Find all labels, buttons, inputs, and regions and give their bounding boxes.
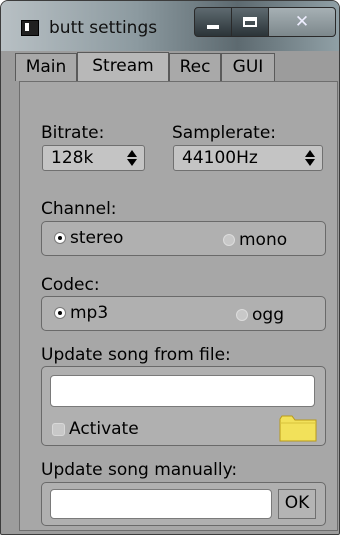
- song-manual-group: OK: [41, 482, 326, 526]
- close-icon: ✕: [294, 12, 310, 32]
- codec-ogg-radio[interactable]: ogg: [236, 305, 284, 325]
- tab-main[interactable]: Main: [15, 53, 77, 81]
- codec-mp3-label: mp3: [70, 303, 109, 323]
- song-file-group: Activate: [41, 366, 326, 446]
- radio-selected-icon: [54, 232, 66, 244]
- channel-mono-radio[interactable]: mono: [223, 230, 287, 250]
- tab-stream[interactable]: Stream: [77, 52, 169, 82]
- update-song-manual-label: Update song manually:: [41, 460, 238, 480]
- song-file-path-input[interactable]: [50, 375, 315, 407]
- activate-checkbox[interactable]: Activate: [52, 419, 139, 439]
- ok-button[interactable]: OK: [278, 489, 316, 519]
- title-bar[interactable]: butt settings ✕: [1, 1, 339, 51]
- minimize-button[interactable]: [194, 7, 232, 37]
- bitrate-select[interactable]: 128k: [42, 145, 145, 171]
- radio-unselected-icon: [236, 309, 248, 321]
- butt-app-icon: [21, 20, 39, 36]
- channel-stereo-label: stereo: [70, 228, 124, 248]
- codec-mp3-radio[interactable]: mp3: [54, 303, 108, 323]
- maximize-icon: [243, 17, 257, 27]
- close-button[interactable]: ✕: [268, 7, 336, 37]
- codec-group: mp3 ogg: [41, 296, 326, 331]
- bitrate-label: Bitrate:: [41, 123, 105, 143]
- stream-settings-panel: Bitrate: 128k Samplerate: 44100Hz Channe…: [19, 81, 338, 531]
- channel-group: stereo mono: [41, 221, 326, 256]
- song-manual-input[interactable]: [50, 489, 272, 519]
- radio-unselected-icon: [223, 234, 235, 246]
- codec-label: Codec:: [41, 275, 100, 295]
- checkbox-icon: [52, 422, 65, 436]
- tab-gui[interactable]: GUI: [221, 53, 275, 81]
- select-arrows-icon: [304, 149, 316, 167]
- minimize-icon: [207, 25, 219, 29]
- samplerate-value: 44100Hz: [182, 148, 258, 168]
- folder-icon: [279, 415, 317, 442]
- channel-mono-label: mono: [239, 230, 288, 250]
- settings-window: butt settings ✕ Main Stream Rec GUI Bitr…: [0, 0, 340, 535]
- activate-label: Activate: [69, 419, 139, 439]
- tab-rec[interactable]: Rec: [169, 53, 221, 81]
- samplerate-select[interactable]: 44100Hz: [173, 145, 323, 171]
- codec-ogg-label: ogg: [252, 305, 284, 325]
- radio-selected-icon: [54, 307, 66, 319]
- maximize-button[interactable]: [231, 7, 269, 37]
- channel-stereo-radio[interactable]: stereo: [54, 228, 123, 248]
- update-song-file-label: Update song from file:: [41, 345, 231, 365]
- select-arrows-icon: [126, 149, 138, 167]
- samplerate-label: Samplerate:: [172, 123, 277, 143]
- bitrate-value: 128k: [51, 148, 94, 168]
- window-title: butt settings: [49, 18, 158, 38]
- folder-browse-button[interactable]: [279, 414, 317, 442]
- channel-label: Channel:: [41, 199, 117, 219]
